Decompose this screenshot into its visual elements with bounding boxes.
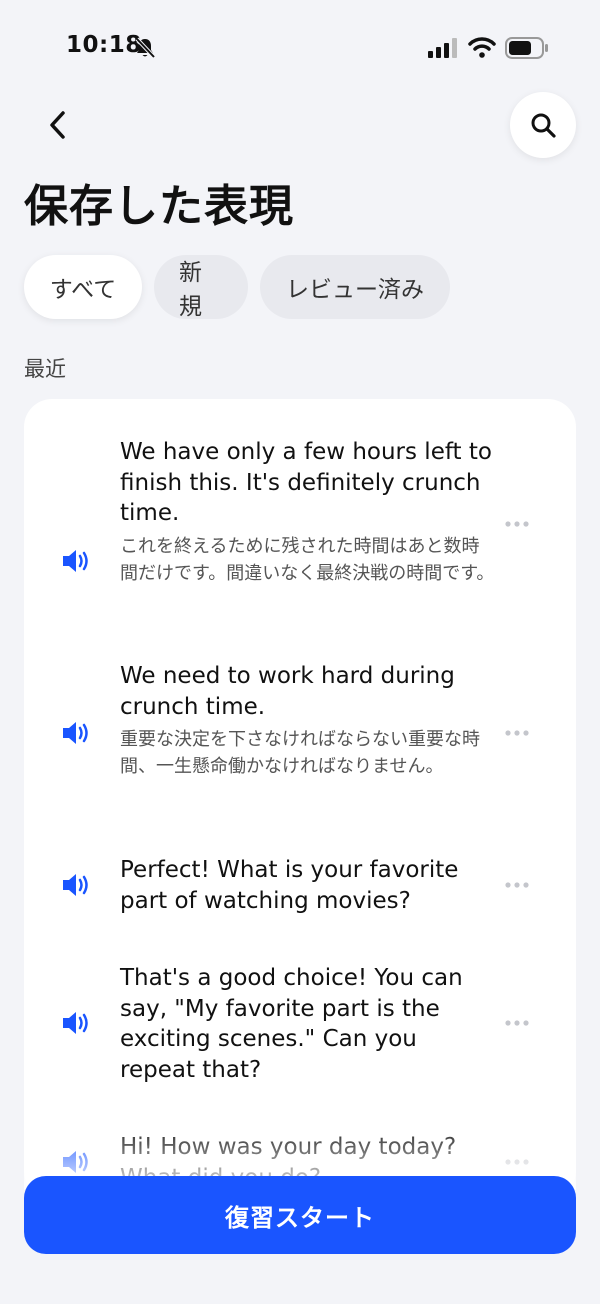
status-time: 10:18 bbox=[66, 32, 142, 58]
speaker-icon[interactable] bbox=[60, 1148, 92, 1176]
status-bar: 10:18 bbox=[0, 0, 600, 96]
filter-tabs: すべて 新規 レビュー済み bbox=[24, 255, 450, 320]
speaker-icon[interactable] bbox=[60, 871, 92, 899]
page-title: 保存した表現 bbox=[24, 181, 294, 232]
signal-icon bbox=[428, 38, 457, 58]
battery-icon bbox=[505, 37, 548, 59]
search-icon bbox=[531, 113, 556, 138]
more-dots-icon[interactable] bbox=[504, 1158, 530, 1166]
english-phrase: We need to work hard during crunch time. bbox=[120, 663, 455, 720]
english-phrase: We have only a few hours left to finish … bbox=[120, 439, 492, 526]
more-dots-icon[interactable] bbox=[504, 520, 530, 528]
tab-all[interactable]: すべて bbox=[24, 255, 142, 319]
more-dots-icon[interactable] bbox=[504, 881, 530, 889]
back-button[interactable] bbox=[36, 100, 80, 150]
saved-expressions-list[interactable]: We have only a few hours left to finish … bbox=[24, 399, 576, 1199]
speaker-icon[interactable] bbox=[60, 1009, 92, 1037]
japanese-translation: これを終えるために残された時間はあと数時間だけです。間違いなく最終決戦の時間です… bbox=[120, 535, 495, 584]
item-text: We have only a few hours left to finish … bbox=[120, 437, 495, 587]
tab-new[interactable]: 新規 bbox=[154, 255, 248, 320]
speaker-icon[interactable] bbox=[60, 547, 92, 575]
speaker-icon[interactable] bbox=[60, 719, 92, 747]
start-review-button[interactable]: 復習スタート bbox=[24, 1176, 576, 1254]
english-phrase: Perfect! What is your favorite part of w… bbox=[120, 857, 459, 914]
item-text: Perfect! What is your favorite part of w… bbox=[120, 855, 495, 916]
more-dots-icon[interactable] bbox=[504, 729, 530, 737]
tab-reviewed[interactable]: レビュー済み bbox=[260, 255, 450, 319]
item-text: That's a good choice! You can say, "My f… bbox=[120, 963, 495, 1085]
bell-slash-icon bbox=[135, 37, 156, 59]
section-label-recent: 最近 bbox=[24, 357, 66, 381]
japanese-translation: 重要な決定を下さなければならない重要な時間、一生懸命働かなければなりません。 bbox=[120, 729, 480, 777]
back-chevron-icon bbox=[50, 111, 65, 139]
wifi-icon bbox=[468, 37, 496, 58]
item-text: We need to work hard during crunch time.… bbox=[120, 661, 495, 780]
more-dots-icon[interactable] bbox=[504, 1019, 530, 1027]
search-button[interactable] bbox=[510, 92, 576, 158]
english-phrase: That's a good choice! You can say, "My f… bbox=[120, 965, 463, 1083]
